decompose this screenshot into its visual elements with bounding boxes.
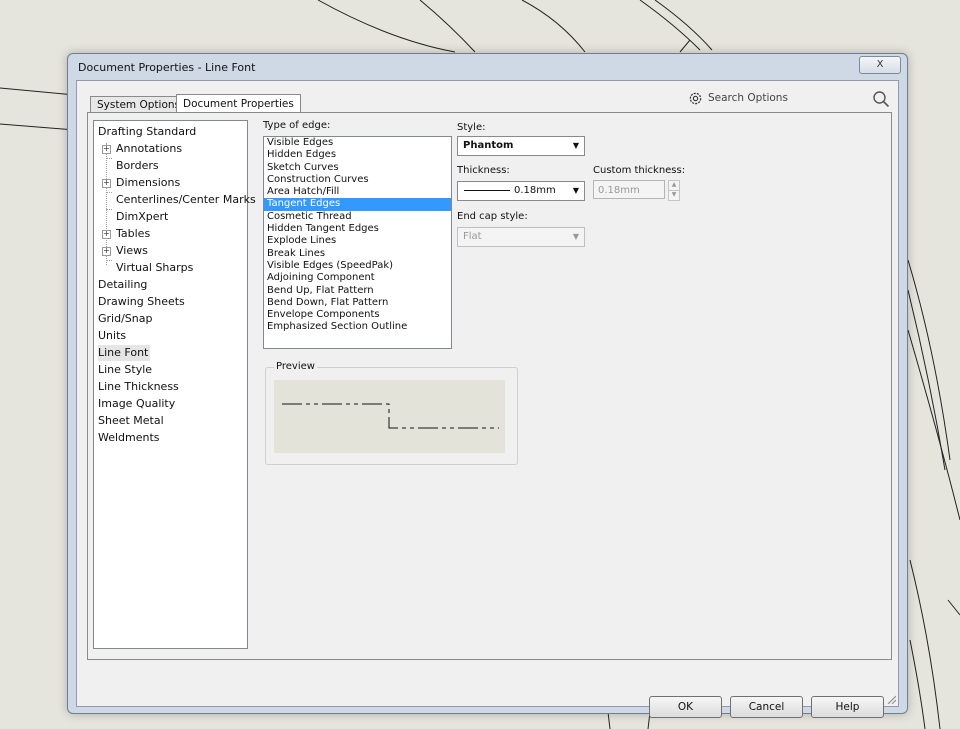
tree-item-sheet-metal[interactable]: Sheet Metal <box>98 413 164 429</box>
tree-item-dimxpert[interactable]: DimXpert <box>116 209 168 225</box>
list-item[interactable]: Visible Edges (SpeedPak) <box>264 260 451 272</box>
chevron-down-icon: ▼ <box>572 186 579 195</box>
options-tree[interactable]: Drafting Standard + Annotations Borders … <box>93 120 256 649</box>
tree-item-annotations[interactable]: Annotations <box>116 141 182 157</box>
list-item[interactable]: Bend Up, Flat Pattern <box>264 285 451 297</box>
list-item[interactable]: Construction Curves <box>264 174 451 186</box>
magnifier-icon[interactable] <box>872 90 890 108</box>
tree-item-weldments[interactable]: Weldments <box>98 430 160 446</box>
tree-item-line-thickness[interactable]: Line Thickness <box>98 379 179 395</box>
tree-item-views[interactable]: Views <box>116 243 148 259</box>
list-item[interactable]: Envelope Components <box>264 309 451 321</box>
document-properties-dialog: Document Properties - Line Font X System… <box>67 53 908 718</box>
tree-item-line-style[interactable]: Line Style <box>98 362 152 378</box>
list-item[interactable]: Visible Edges <box>264 137 451 149</box>
end-cap-value: Flat <box>463 231 482 242</box>
list-item[interactable]: Sketch Curves <box>264 162 451 174</box>
tree-item-line-font[interactable]: Line Font <box>98 345 151 361</box>
search-options[interactable]: Search Options <box>688 90 890 108</box>
list-item[interactable]: Explode Lines <box>264 235 451 247</box>
cancel-button[interactable]: Cancel <box>730 696 803 718</box>
tab-system-options[interactable]: System Options <box>90 96 188 113</box>
gear-icon <box>689 92 702 105</box>
end-cap-style-label: End cap style: <box>457 211 528 222</box>
tree-item-drawing-sheets[interactable]: Drawing Sheets <box>98 294 185 310</box>
chevron-down-icon: ▼ <box>572 141 579 150</box>
custom-thickness-label: Custom thickness: <box>593 165 686 176</box>
custom-thickness-input[interactable]: 0.18mm <box>593 180 665 199</box>
type-of-edge-list[interactable]: Visible Edges Hidden Edges Sketch Curves… <box>263 136 452 349</box>
list-item[interactable]: Emphasized Section Outline <box>264 321 451 333</box>
tree-item-drafting-standard[interactable]: Drafting Standard <box>98 124 196 140</box>
thickness-value: 0.18mm <box>514 185 556 196</box>
search-options-label: Search Options <box>708 92 788 104</box>
list-item[interactable]: Hidden Edges <box>264 149 451 161</box>
thickness-label: Thickness: <box>457 165 510 176</box>
help-button[interactable]: Help <box>811 696 884 718</box>
list-item[interactable]: Area Hatch/Fill <box>264 186 451 198</box>
style-value: Phantom <box>463 140 514 151</box>
tab-document-properties[interactable]: Document Properties <box>176 94 301 113</box>
expand-icon[interactable]: + <box>102 247 111 256</box>
custom-thickness-spinner[interactable]: 0.18mm ▲ ▼ <box>593 180 683 201</box>
preview-group: Preview <box>265 361 518 465</box>
expand-icon[interactable]: + <box>102 179 111 188</box>
tree-item-image-quality[interactable]: Image Quality <box>98 396 175 412</box>
list-item[interactable]: Adjoining Component <box>264 272 451 284</box>
list-item[interactable]: Cosmetic Thread <box>264 211 451 223</box>
tree-item-virtual-sharps[interactable]: Virtual Sharps <box>116 260 193 276</box>
style-select[interactable]: Phantom ▼ <box>457 136 585 156</box>
tree-item-grid-snap[interactable]: Grid/Snap <box>98 311 152 327</box>
close-icon: X <box>876 59 884 70</box>
tree-item-borders[interactable]: Borders <box>116 158 159 174</box>
dialog-title: Document Properties - Line Font <box>78 61 256 74</box>
style-label: Style: <box>457 122 486 133</box>
title-bar: Document Properties - Line Font X <box>68 54 907 80</box>
list-item[interactable]: Bend Down, Flat Pattern <box>264 297 451 309</box>
thickness-select[interactable]: 0.18mm ▼ <box>457 181 585 201</box>
expand-icon[interactable]: + <box>102 145 111 154</box>
tree-item-dimensions[interactable]: Dimensions <box>116 175 180 191</box>
expand-icon[interactable]: + <box>102 230 111 239</box>
list-item[interactable]: Break Lines <box>264 248 451 260</box>
properties-panel: Drafting Standard + Annotations Borders … <box>87 112 892 660</box>
tree-item-centerlines[interactable]: Centerlines/Center Marks <box>116 192 256 208</box>
tree-item-units[interactable]: Units <box>98 328 126 344</box>
end-cap-style-select[interactable]: Flat ▼ <box>457 227 585 247</box>
chevron-down-icon: ▼ <box>572 232 579 241</box>
ok-button[interactable]: OK <box>649 696 722 718</box>
type-of-edge-label: Type of edge: <box>263 120 331 131</box>
preview-label: Preview <box>274 361 317 372</box>
tree-item-detailing[interactable]: Detailing <box>98 277 147 293</box>
resize-grip-icon[interactable] <box>886 694 896 704</box>
list-item[interactable]: Hidden Tangent Edges <box>264 223 451 235</box>
line-sample-icon <box>464 190 510 191</box>
preview-box <box>274 380 505 453</box>
dialog-client: System Options Document Properties Searc… <box>76 80 899 718</box>
tree-item-tables[interactable]: Tables <box>116 226 150 242</box>
spin-down-icon[interactable]: ▼ <box>668 190 680 201</box>
list-item-selected[interactable]: Tangent Edges <box>264 198 451 211</box>
line-preview-graphic <box>282 403 499 429</box>
close-button[interactable]: X <box>859 56 901 74</box>
